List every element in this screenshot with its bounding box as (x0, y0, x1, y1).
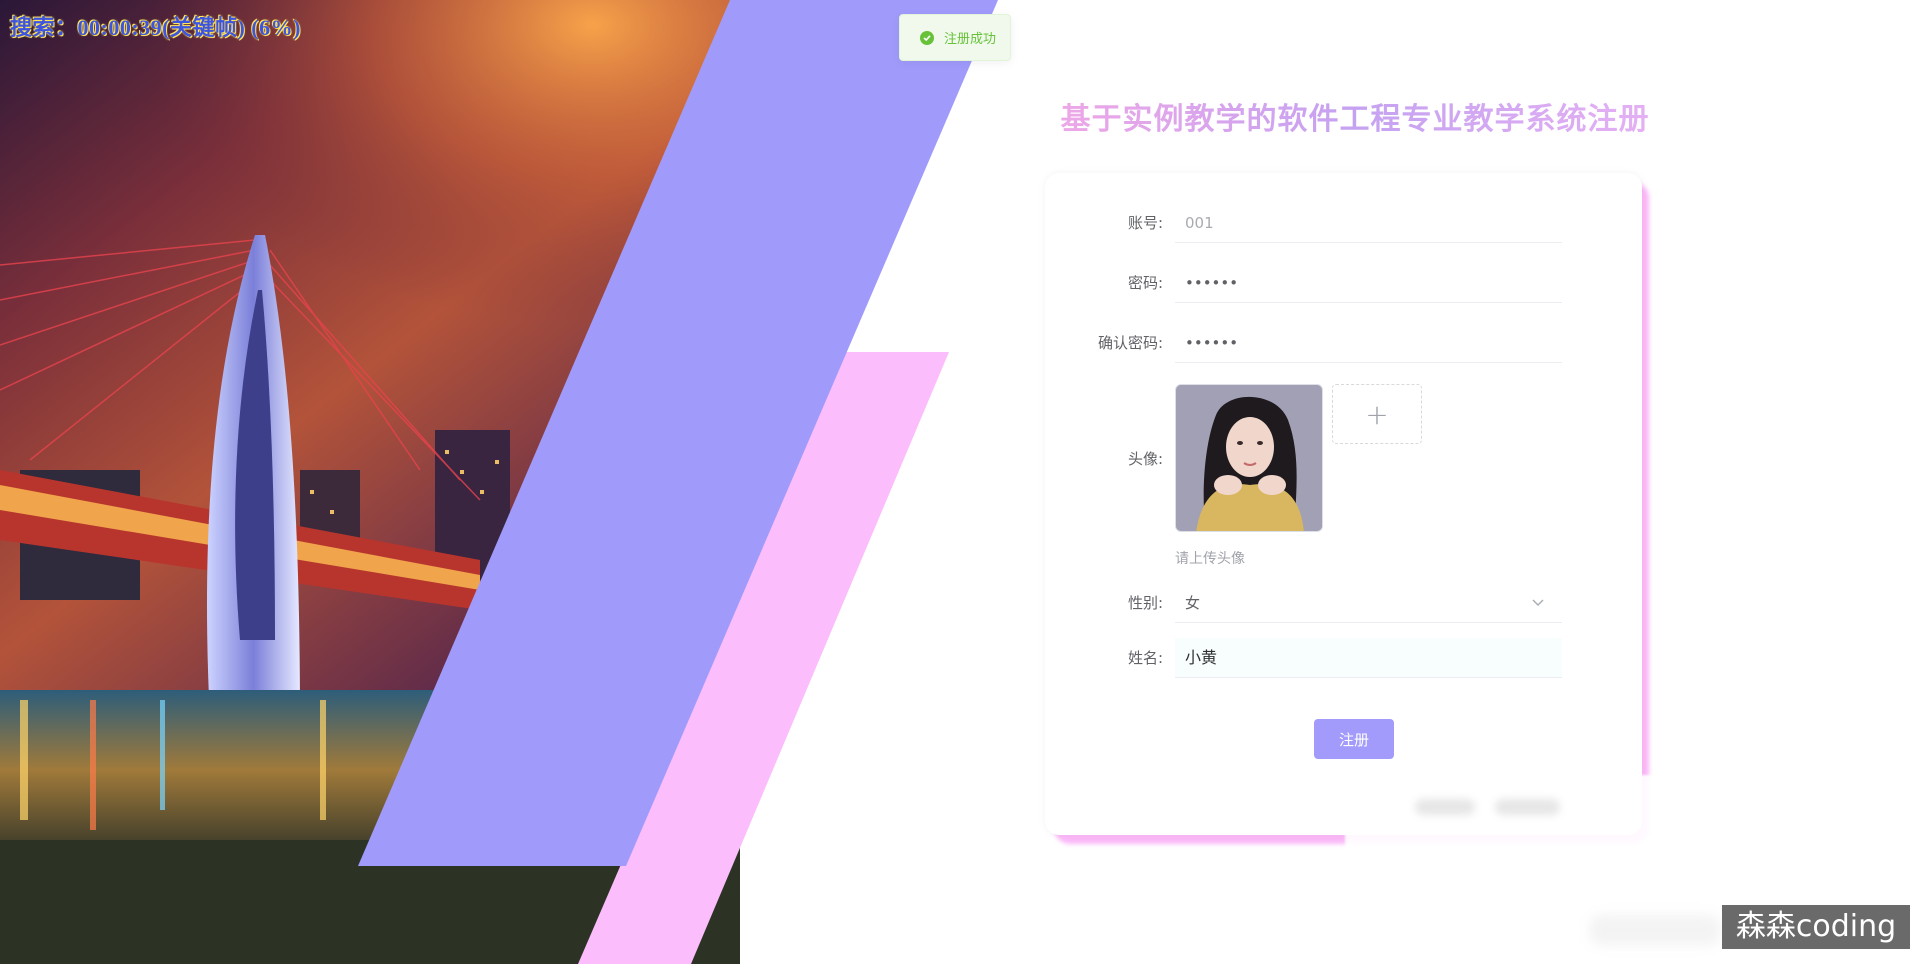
avatar-label: 头像: (1127, 450, 1163, 468)
gender-row: 性别: 女 (1045, 583, 1642, 623)
plus-icon: + (1365, 397, 1389, 431)
blurred-region (1345, 775, 1655, 850)
video-search-overlay: 搜索：00:00:39(关键帧) (6%) (10, 15, 301, 40)
password-label: 密码: (1127, 274, 1163, 292)
check-circle-icon (920, 30, 934, 45)
chevron-down-icon (1532, 583, 1544, 623)
avatar-group: + 请上传头像 (1175, 384, 1422, 568)
avatar-hint: 请上传头像 (1175, 551, 1245, 567)
register-button[interactable]: 注册 (1314, 719, 1394, 759)
avatar-preview-image[interactable] (1175, 384, 1323, 532)
name-label: 姓名: (1127, 649, 1163, 667)
name-input[interactable]: 小黄 (1175, 638, 1562, 678)
account-input[interactable]: 001 (1175, 203, 1562, 243)
password-row: 密码: •••••• (1045, 263, 1642, 303)
success-toast: 注册成功 (899, 14, 1011, 61)
gender-select[interactable]: 女 (1175, 583, 1562, 623)
name-row: 姓名: 小黄 (1045, 638, 1642, 678)
channel-watermark: 森森coding (1722, 905, 1910, 949)
confirm-password-label: 确认密码: (1097, 334, 1163, 352)
account-row: 账号: 001 (1045, 203, 1642, 243)
upload-avatar-button[interactable]: + (1332, 384, 1422, 444)
blurred-region (1590, 915, 1720, 945)
confirm-password-input[interactable]: •••••• (1175, 323, 1562, 363)
gender-selected-value: 女 (1185, 594, 1201, 612)
account-label: 账号: (1127, 214, 1163, 232)
gender-label: 性别: (1127, 594, 1163, 612)
page-title: 基于实例教学的软件工程专业教学系统注册 (1020, 94, 1690, 138)
confirm-password-row: 确认密码: •••••• (1045, 323, 1642, 363)
password-input[interactable]: •••••• (1175, 263, 1562, 303)
avatar-portrait (1176, 385, 1322, 531)
toast-message: 注册成功 (944, 32, 997, 47)
avatar-row: 头像: + 请上传头像 (1045, 384, 1642, 568)
